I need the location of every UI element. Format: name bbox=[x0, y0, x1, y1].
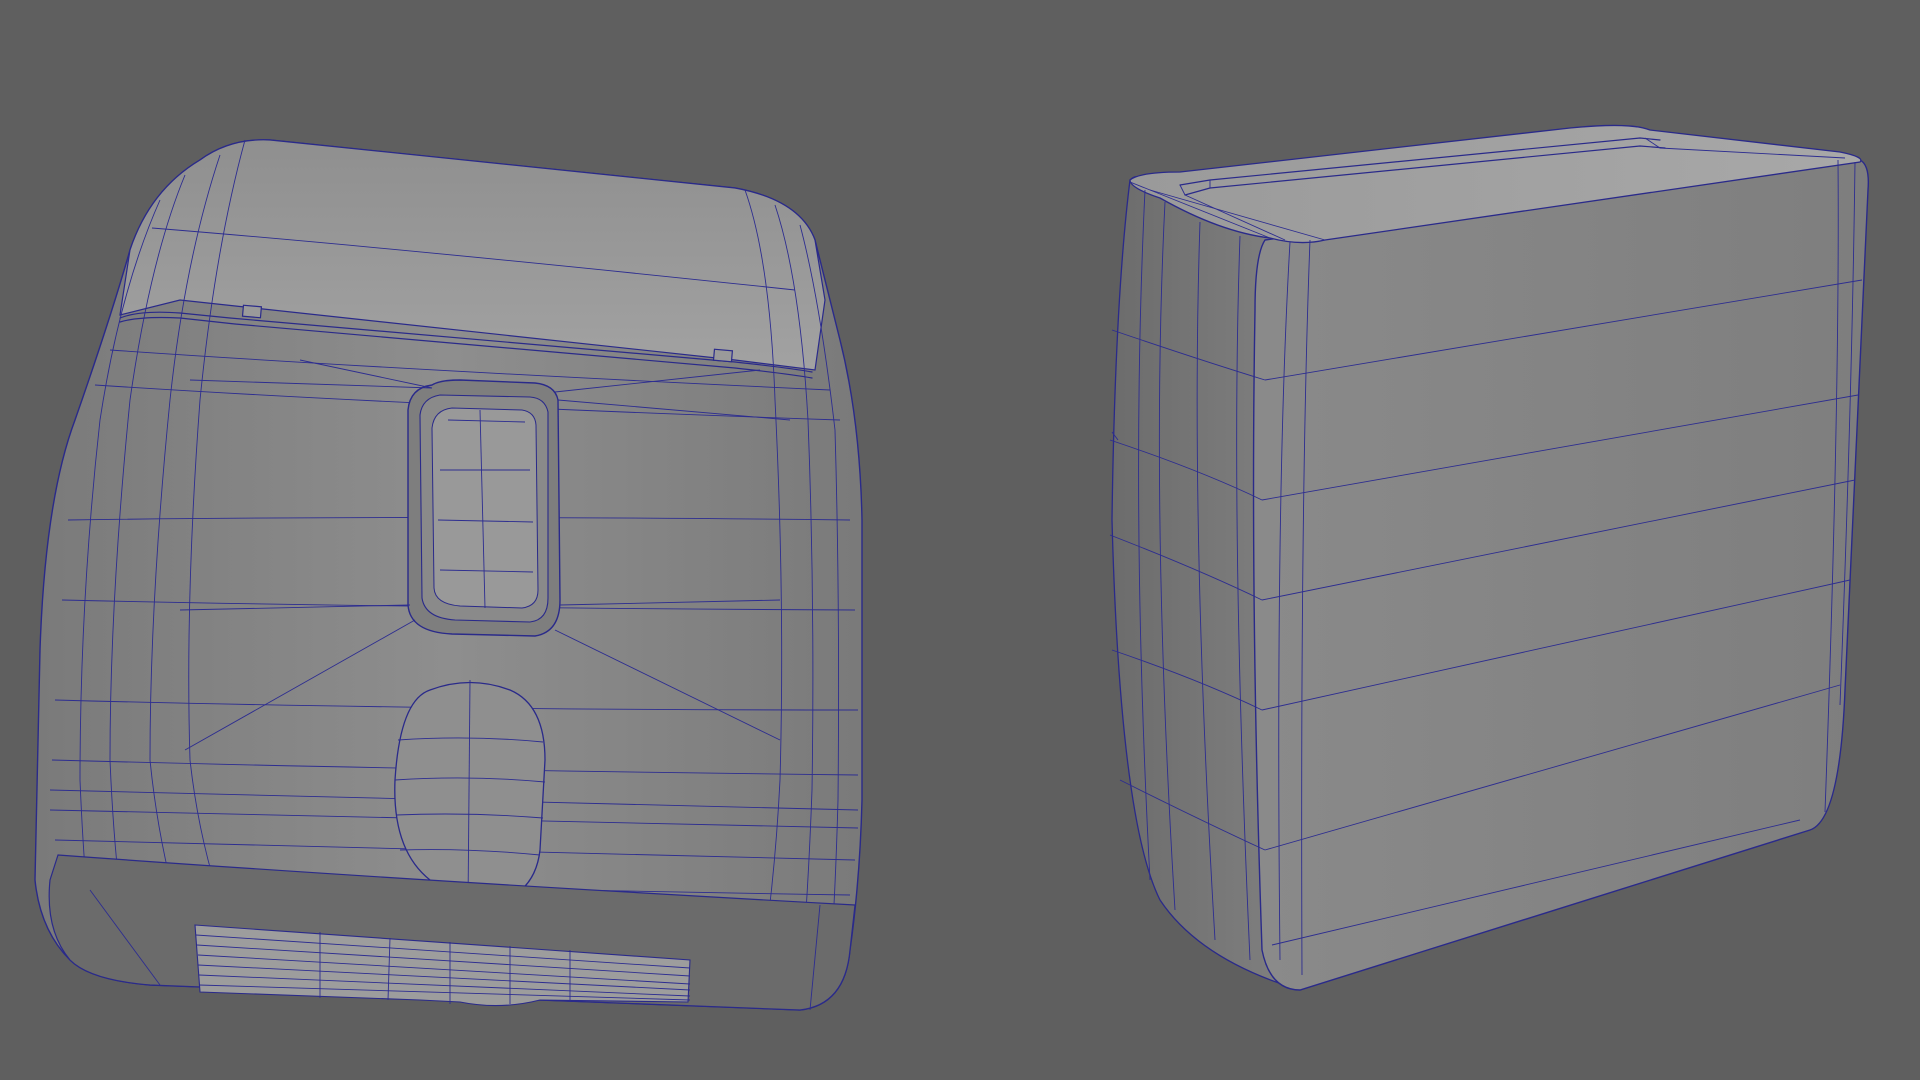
left-hinge-2 bbox=[712, 348, 734, 363]
left-mesh-object[interactable] bbox=[34, 139, 863, 1011]
right-front-panel bbox=[1252, 159, 1870, 991]
viewport-canvas[interactable] bbox=[0, 0, 1920, 1080]
3d-viewport[interactable] bbox=[0, 0, 1920, 1080]
right-mesh-object[interactable] bbox=[1109, 124, 1870, 991]
left-hinge-1 bbox=[241, 304, 263, 319]
